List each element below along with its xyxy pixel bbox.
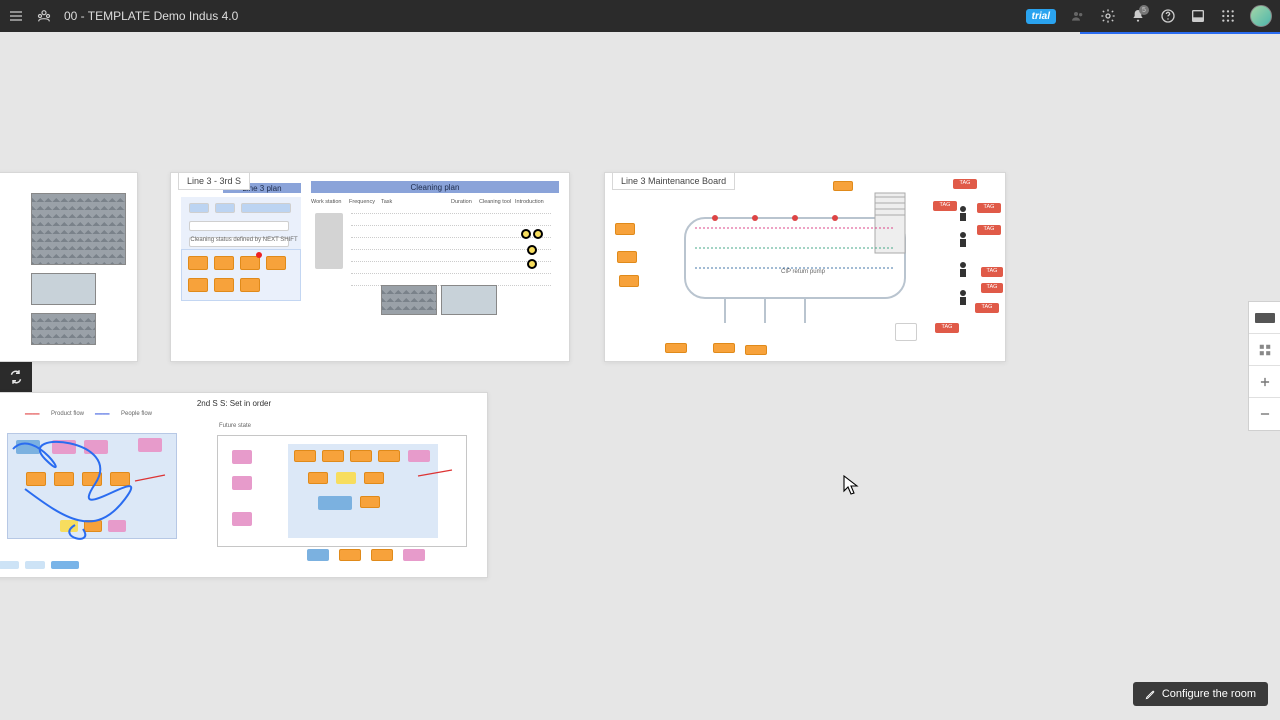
- board-card-line3-3rd-s[interactable]: Line 3 plan Cleaning status defined by N…: [170, 172, 570, 362]
- warning-icon: [521, 229, 531, 239]
- col-frequency: Frequency: [349, 199, 381, 205]
- pencil-icon: [1145, 689, 1156, 700]
- col-duration: Duration: [451, 199, 479, 205]
- col-workstation: Work station: [311, 199, 349, 205]
- workshop-photo-2: [31, 313, 96, 345]
- gear-icon[interactable]: [1100, 8, 1116, 24]
- future-state-label: Future state: [219, 423, 251, 429]
- page-title: 00 - TEMPLATE Demo Indus 4.0: [64, 9, 238, 23]
- machine-photo: [31, 193, 126, 265]
- board4-future-state: [217, 435, 467, 547]
- notification-count-badge: 5: [1139, 5, 1149, 15]
- board-card-partial[interactable]: (…): [0, 172, 138, 362]
- cleaning-row-ws: [315, 213, 343, 269]
- scribble-annotation: [5, 429, 185, 549]
- warning-icon: [527, 245, 537, 255]
- sync-tool-icon[interactable]: [7, 368, 25, 386]
- zoom-out-button[interactable]: [1249, 398, 1280, 430]
- minimap-button[interactable]: [1249, 302, 1280, 334]
- apps-grid-icon[interactable]: [1220, 8, 1236, 24]
- board-card-set-in-order[interactable]: 2nd S S: Set in order ━━━━ Product flow …: [0, 392, 488, 578]
- help-icon[interactable]: [1160, 8, 1176, 24]
- board2-cleaning-header: Cleaning plan: [311, 181, 559, 193]
- warning-icon: [533, 229, 543, 239]
- canvas-workspace[interactable]: (…) Line 3 plan Cleaning status defined …: [0, 34, 1280, 720]
- col-introduction: Introduction: [515, 199, 551, 205]
- panel-icon[interactable]: [1190, 8, 1206, 24]
- board-label-line3-3rd-s[interactable]: Line 3 - 3rd S: [178, 172, 250, 190]
- cleaning-photo-1: [381, 285, 437, 315]
- board2-status-area: [181, 249, 301, 301]
- board2-status-caption: Cleaning status defined by NEXT SHIFT: [189, 237, 299, 243]
- team-logo-icon[interactable]: [36, 8, 52, 24]
- warning-icon: [527, 259, 537, 269]
- board-label-maintenance[interactable]: Line 3 Maintenance Board: [612, 172, 735, 190]
- user-avatar[interactable]: [1250, 5, 1272, 27]
- configure-room-button[interactable]: Configure the room: [1133, 682, 1268, 706]
- top-bar: 00 - TEMPLATE Demo Indus 4.0 trial 5: [0, 0, 1280, 32]
- legend-product-flow: Product flow: [51, 411, 84, 417]
- cleaning-photo-2: [441, 285, 497, 315]
- col-task: Task: [381, 199, 451, 205]
- legend-people-flow: People flow: [121, 411, 152, 417]
- menu-icon[interactable]: [8, 8, 24, 24]
- maintenance-center-label: CIP return pump: [781, 269, 825, 275]
- configure-room-label: Configure the room: [1162, 688, 1256, 700]
- col-cleaning-tool: Cleaning tool: [479, 199, 515, 205]
- zoom-in-button[interactable]: [1249, 366, 1280, 398]
- trial-badge: trial: [1026, 9, 1056, 24]
- board-card-maintenance[interactable]: TAG TAG TAG TAG TAG TAG TAG TAG CIP retu…: [604, 172, 1006, 362]
- mouse-cursor-icon: [843, 475, 859, 495]
- board4-title: 2nd S S: Set in order: [0, 399, 487, 408]
- right-view-panel: [1248, 301, 1280, 431]
- board4-future-footer: [307, 549, 425, 561]
- workshop-photo-1: [31, 273, 96, 305]
- grid-view-button[interactable]: [1249, 334, 1280, 366]
- collaborators-icon[interactable]: [1070, 8, 1086, 24]
